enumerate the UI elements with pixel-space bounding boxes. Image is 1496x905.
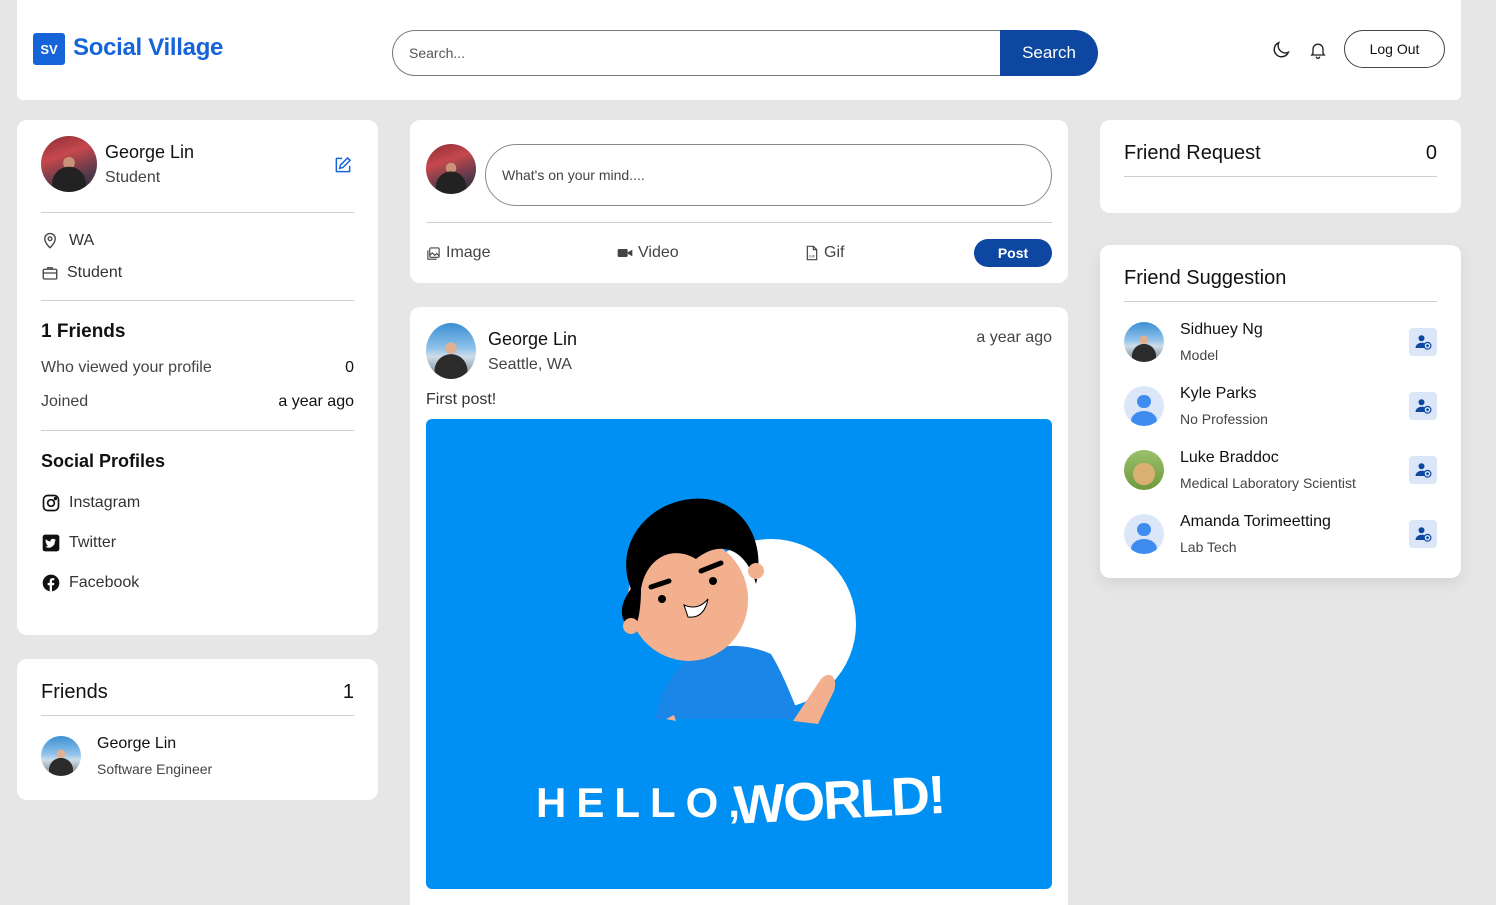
add-friend-icon <box>1415 463 1432 478</box>
profile-card: George Lin Student WA Student 1 Friends … <box>17 120 378 635</box>
svg-text:GIF: GIF <box>809 254 816 259</box>
friend-occupation: Software Engineer <box>97 761 213 777</box>
add-friend-button[interactable] <box>1409 456 1437 484</box>
suggestion-occupation: Medical Laboratory Scientist <box>1180 475 1356 491</box>
image-label: Image <box>446 244 491 261</box>
suggestion-name[interactable]: Amanda Torimeetting <box>1180 513 1331 531</box>
post-time: a year ago <box>976 329 1052 346</box>
suggestion-occupation: No Profession <box>1180 411 1268 427</box>
avatar[interactable] <box>426 323 476 379</box>
avatar[interactable] <box>1124 322 1164 362</box>
divider <box>426 222 1052 223</box>
search-button[interactable]: Search <box>1000 30 1098 76</box>
profile-location: WA <box>69 232 95 249</box>
add-friend-icon <box>1415 335 1432 350</box>
profile-job: Student <box>67 264 123 281</box>
suggestion-name[interactable]: Sidhuey Ng <box>1180 321 1263 339</box>
avatar[interactable] <box>1124 514 1164 554</box>
social-facebook[interactable]: Facebook <box>69 574 139 592</box>
viewed-profile-label: Who viewed your profile <box>41 359 212 376</box>
suggestion-name[interactable]: Luke Braddoc <box>1180 449 1279 467</box>
divider <box>1124 301 1437 302</box>
suggestion-occupation: Lab Tech <box>1180 539 1237 555</box>
divider <box>41 715 354 716</box>
gif-icon: GIF <box>806 245 818 261</box>
video-icon <box>617 249 633 257</box>
avatar[interactable] <box>1124 450 1164 490</box>
twitter-icon[interactable] <box>41 533 61 553</box>
divider <box>1124 176 1437 177</box>
suggestion-name[interactable]: Kyle Parks <box>1180 385 1256 403</box>
edit-icon[interactable] <box>333 155 353 175</box>
top-navbar: SV Social Village Search Log Out <box>17 0 1461 100</box>
logo-icon[interactable]: SV <box>33 33 65 65</box>
image-caption-left: HELLO, <box>536 779 750 826</box>
post-button[interactable]: Post <box>974 239 1052 267</box>
joined-label: Joined <box>41 393 89 410</box>
image-caption-right: WORLD! <box>733 765 946 836</box>
profile-name[interactable]: George Lin <box>105 142 194 163</box>
avatar <box>426 144 476 194</box>
divider <box>41 212 354 213</box>
add-friend-button[interactable] <box>1409 392 1437 420</box>
avatar[interactable] <box>41 136 97 192</box>
post-text: First post! <box>426 391 497 408</box>
instagram-icon[interactable] <box>41 493 61 513</box>
friends-count-heading: 1 Friends <box>41 321 126 342</box>
divider <box>41 430 354 431</box>
post-composer: Image Video GIF Gif Post <box>410 120 1068 283</box>
friend-suggestion-title: Friend Suggestion <box>1124 267 1287 289</box>
app-title[interactable]: Social Village <box>73 34 223 62</box>
friend-request-title: Friend Request <box>1124 142 1261 164</box>
viewed-profile-value: 0 <box>345 359 354 376</box>
image-icon <box>427 246 440 260</box>
search-input[interactable] <box>392 30 1002 76</box>
add-friend-button[interactable] <box>1409 328 1437 356</box>
social-twitter[interactable]: Twitter <box>69 534 116 552</box>
gif-button[interactable]: GIF Gif <box>805 244 844 262</box>
friends-count: 1 <box>342 681 354 703</box>
add-friend-icon <box>1415 399 1432 414</box>
friend-request-count: 0 <box>1425 142 1437 164</box>
moon-icon[interactable] <box>1269 38 1293 62</box>
avatar[interactable] <box>41 736 81 776</box>
profile-occupation: Student <box>105 169 161 186</box>
video-label: Video <box>638 244 679 261</box>
logout-button[interactable]: Log Out <box>1344 30 1445 68</box>
friend-request-panel: Friend Request 0 <box>1100 120 1461 213</box>
friends-title: Friends <box>41 681 108 703</box>
social-profiles-heading: Social Profiles <box>41 451 166 471</box>
friends-panel: Friends 1 George Lin Software Engineer <box>17 659 378 800</box>
image-button[interactable]: Image <box>426 244 490 262</box>
friend-name[interactable]: George Lin <box>97 735 176 753</box>
hello-world-illustration: HELLO, WORLD! <box>536 498 946 836</box>
composer-input[interactable] <box>485 144 1052 206</box>
divider <box>41 300 354 301</box>
add-friend-button[interactable] <box>1409 520 1437 548</box>
suggestion-occupation: Model <box>1180 347 1219 363</box>
gif-label: Gif <box>824 244 845 261</box>
briefcase-icon <box>41 264 59 282</box>
post-image[interactable]: HELLO, WORLD! <box>426 419 1052 889</box>
joined-value: a year ago <box>278 393 354 410</box>
post-location: Seattle, WA <box>488 356 572 373</box>
post-card: George Lin Seattle, WA a year ago First … <box>410 307 1068 905</box>
post-author[interactable]: George Lin <box>488 329 577 350</box>
friend-suggestion-panel: Friend Suggestion Sidhuey Ng Model Kyle … <box>1100 245 1461 578</box>
facebook-icon[interactable] <box>41 573 61 593</box>
video-button[interactable]: Video <box>617 244 679 262</box>
add-friend-icon <box>1415 527 1432 542</box>
bell-icon[interactable] <box>1306 38 1330 62</box>
location-pin-icon <box>41 232 59 250</box>
avatar[interactable] <box>1124 386 1164 426</box>
social-instagram[interactable]: Instagram <box>69 494 140 512</box>
